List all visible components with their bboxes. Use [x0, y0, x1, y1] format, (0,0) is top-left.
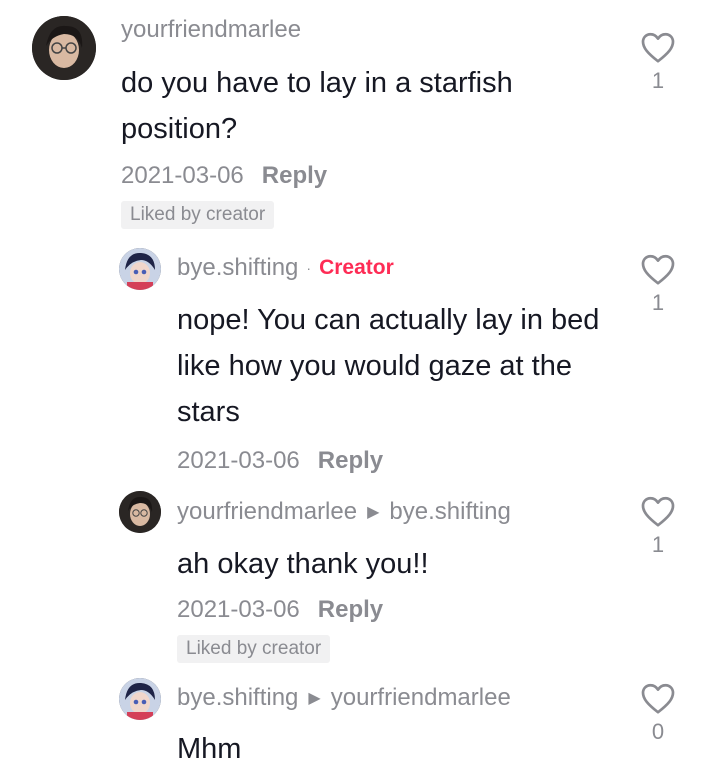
reply-to-username[interactable]: bye.shifting — [389, 498, 510, 526]
heart-outline-icon[interactable] — [640, 681, 676, 715]
reply-to-username[interactable]: yourfriendmarlee — [331, 684, 511, 712]
comment-username[interactable]: bye.shifting · Creator — [177, 254, 394, 282]
comment-text: nope! You can actually lay in bed like h… — [177, 304, 600, 428]
avatar[interactable] — [119, 248, 161, 290]
comment-text: Mhm — [177, 733, 242, 765]
like-count: 1 — [651, 68, 665, 93]
comment-text: do you have to lay in a starfish positio… — [121, 67, 513, 145]
heart-outline-icon[interactable] — [640, 252, 676, 286]
comment-meta: 2021-03-06 Reply — [177, 447, 383, 475]
like-count: 1 — [651, 532, 665, 557]
reply-button[interactable]: Reply — [262, 162, 327, 189]
like-group: 1 — [634, 252, 682, 316]
comment-username[interactable]: yourfriendmarlee ▶ bye.shifting — [177, 498, 511, 526]
triangle-right-icon: ▶ — [367, 504, 380, 521]
avatar[interactable] — [119, 678, 161, 720]
triangle-right-icon: ▶ — [308, 690, 321, 707]
reply-button[interactable]: Reply — [318, 596, 383, 623]
like-group: 1 — [634, 30, 682, 94]
comment-date: 2021-03-06 — [177, 596, 300, 623]
liked-by-creator-badge: Liked by creator — [121, 201, 275, 229]
comment-meta: 2021-03-06 Reply — [121, 162, 327, 190]
like-count: 0 — [651, 719, 665, 744]
comment-text: ah okay thank you!! — [177, 548, 429, 580]
comment-meta: 2021-03-06 Reply — [177, 596, 383, 624]
like-count: 1 — [651, 290, 665, 315]
avatar[interactable] — [32, 16, 96, 80]
heart-outline-icon[interactable] — [640, 494, 676, 528]
comment-username[interactable]: bye.shifting ▶ yourfriendmarlee — [177, 684, 511, 712]
liked-by-creator-badge: Liked by creator — [177, 635, 331, 663]
creator-badge: Creator — [319, 256, 394, 279]
avatar[interactable] — [119, 491, 161, 533]
comment-date: 2021-03-06 — [177, 447, 300, 474]
username-separator: · — [306, 260, 312, 276]
heart-outline-icon[interactable] — [640, 30, 676, 64]
comment-username[interactable]: yourfriendmarlee — [121, 16, 301, 44]
like-group: 1 — [634, 494, 682, 558]
comment-date: 2021-03-06 — [121, 162, 244, 189]
reply-button[interactable]: Reply — [318, 447, 383, 474]
like-group: 0 — [634, 681, 682, 745]
